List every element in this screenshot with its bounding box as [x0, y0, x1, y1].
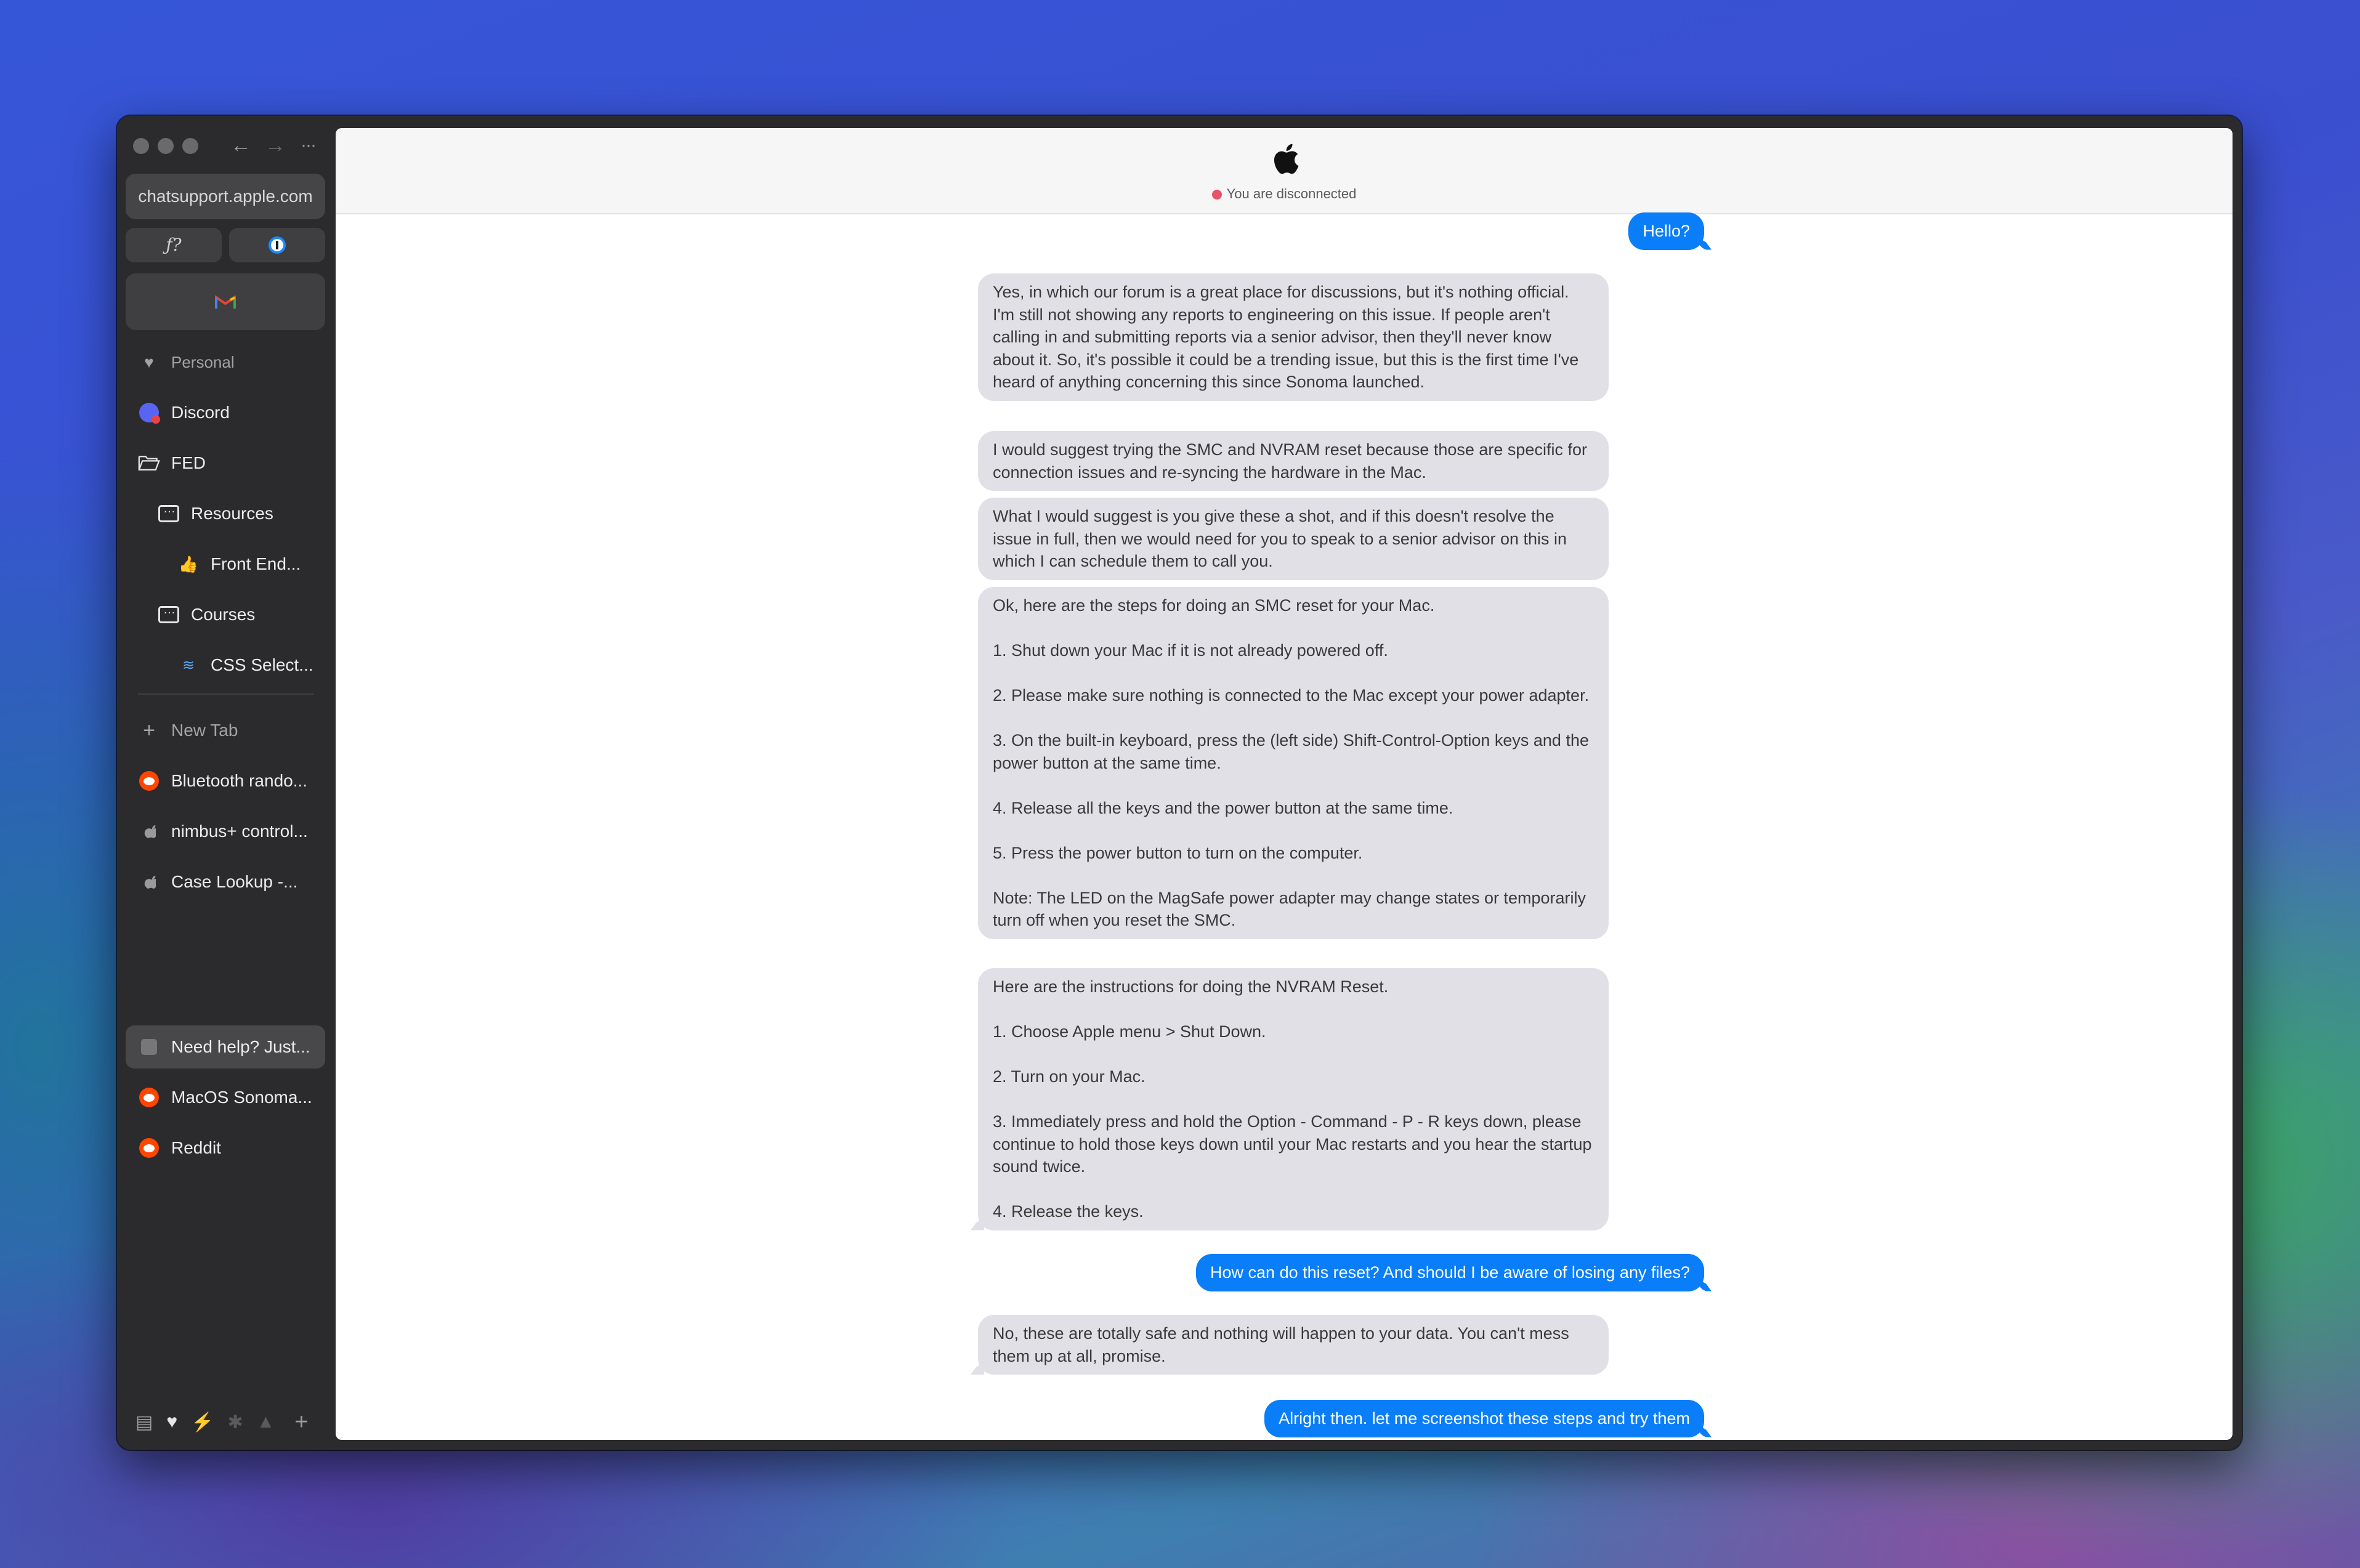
sidebar-item-label: CSS Select...	[211, 655, 313, 674]
minimize-window-button[interactable]	[158, 138, 174, 154]
sidebar-folder-courses[interactable]: Courses	[126, 593, 325, 636]
apple-icon	[138, 871, 160, 893]
sidebar-item-label: FED	[171, 453, 206, 472]
1password-icon	[269, 236, 286, 254]
bolt-icon[interactable]: ⚡	[191, 1412, 214, 1433]
new-tab-label: New Tab	[171, 721, 238, 740]
tab-label: MacOS Sonoma...	[171, 1088, 312, 1107]
sidebar-item-label: Front End...	[211, 554, 301, 573]
sidebar-tab[interactable]: Bluetooth rando...	[126, 759, 325, 802]
sidebar-item-label: Discord	[171, 403, 230, 422]
thumbs-up-icon: 👍	[178, 554, 199, 573]
agent-message: Yes, in which our forum is a great place…	[978, 273, 1609, 401]
heart-icon[interactable]: ♥	[166, 1412, 177, 1433]
chat-header: You are disconnected	[336, 128, 2233, 214]
agent-message: No, these are totally safe and nothing w…	[978, 1315, 1609, 1375]
sidebar-item-frontend[interactable]: 👍 Front End...	[126, 543, 325, 586]
back-arrow-icon[interactable]: ←	[230, 132, 251, 159]
folder-icon	[158, 603, 180, 626]
close-window-button[interactable]	[133, 138, 149, 154]
agent-message: I would suggest trying the SMC and NVRAM…	[978, 431, 1609, 491]
sidebar-item-css-selectors[interactable]: ≋ CSS Select...	[126, 644, 325, 687]
sidebar-item-label: Personal	[171, 352, 235, 371]
sidebar-tab-active[interactable]: Need help? Just...	[126, 1025, 325, 1069]
status-dot-icon	[1211, 190, 1222, 200]
forward-arrow-icon[interactable]: →	[265, 132, 286, 159]
sidebar: ← → ··· chatsupport.apple.com ƒ? ♥ Perso…	[117, 116, 336, 1450]
new-tab-button[interactable]: + New Tab	[126, 709, 325, 752]
window-controls	[133, 138, 198, 154]
page-icon	[138, 1036, 160, 1058]
more-options-icon[interactable]: ···	[301, 132, 317, 159]
url-bar[interactable]: chatsupport.apple.com	[126, 174, 325, 219]
css-icon: ≋	[182, 657, 195, 674]
tab-label: Case Lookup -...	[171, 872, 298, 891]
folder-icon	[158, 502, 180, 525]
asterisk-icon[interactable]: ✱	[228, 1412, 243, 1433]
sidebar-tab[interactable]: Case Lookup -...	[126, 860, 325, 903]
sidebar-divider	[138, 693, 314, 695]
pinned-tab-gmail[interactable]	[126, 273, 325, 330]
open-folder-icon	[138, 452, 160, 474]
sidebar-item-label: Resources	[191, 504, 273, 523]
sidebar-item-discord[interactable]: Discord	[126, 391, 325, 434]
user-message: Alright then. let me screenshot these st…	[1264, 1400, 1704, 1437]
apple-icon	[138, 820, 160, 843]
shapes-icon[interactable]: ▲	[257, 1412, 275, 1433]
user-message: How can do this reset? And should I be a…	[1196, 1254, 1704, 1291]
archive-icon[interactable]: ▤	[135, 1412, 153, 1433]
tab-label: nimbus+ control...	[171, 822, 308, 841]
pinned-tab-function[interactable]: ƒ?	[126, 228, 222, 262]
tab-label: Bluetooth rando...	[171, 771, 308, 790]
tab-label: Reddit	[171, 1138, 221, 1157]
function-icon: ƒ?	[166, 235, 182, 255]
discord-icon	[138, 402, 160, 424]
heart-icon: ♥	[144, 352, 154, 371]
sidebar-tab[interactable]: nimbus+ control...	[126, 810, 325, 853]
add-space-icon[interactable]: +	[294, 1409, 308, 1436]
sidebar-tab[interactable]: Reddit	[126, 1126, 325, 1170]
reddit-icon	[138, 1086, 160, 1109]
sidebar-tab[interactable]: MacOS Sonoma...	[126, 1076, 325, 1119]
reddit-icon	[138, 770, 160, 792]
user-message: Hello?	[1628, 212, 1704, 250]
sidebar-bottom-bar: ▤ ♥ ⚡ ✱ ▲ +	[135, 1407, 320, 1437]
reddit-icon	[138, 1137, 160, 1159]
gmail-icon	[215, 295, 236, 309]
plus-icon: +	[143, 718, 155, 742]
apple-logo-icon	[1274, 143, 1299, 174]
sidebar-folder-resources[interactable]: Resources	[126, 492, 325, 535]
agent-message: Here are the instructions for doing the …	[978, 968, 1609, 1231]
sidebar-item-label: Courses	[191, 605, 256, 624]
connection-status: You are disconnected	[336, 186, 2233, 202]
zoom-window-button[interactable]	[182, 138, 198, 154]
agent-message: What I would suggest is you give these a…	[978, 498, 1609, 580]
web-content: You are disconnected Hello? Yes, in whic…	[336, 128, 2233, 1440]
tab-label: Need help? Just...	[171, 1037, 310, 1056]
sidebar-space-personal[interactable]: ♥ Personal	[126, 341, 325, 384]
pinned-tab-1password[interactable]	[229, 228, 325, 262]
browser-window: ← → ··· chatsupport.apple.com ƒ? ♥ Perso…	[117, 116, 2242, 1450]
agent-message: Ok, here are the steps for doing an SMC …	[978, 587, 1609, 939]
sidebar-folder-fed[interactable]: FED	[126, 442, 325, 485]
